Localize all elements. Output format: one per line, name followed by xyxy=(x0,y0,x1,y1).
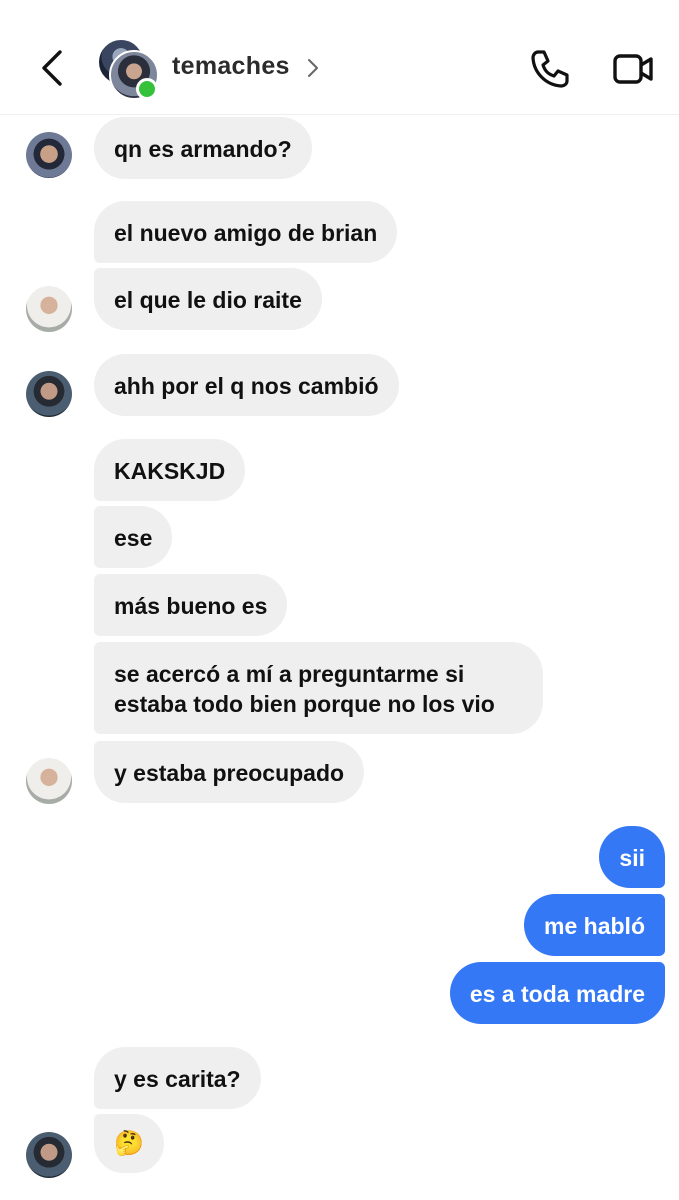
incoming-message[interactable]: KAKSKJD xyxy=(94,439,246,501)
incoming-message[interactable]: ese xyxy=(94,506,173,568)
sender-avatar[interactable] xyxy=(26,758,72,804)
incoming-message[interactable]: el que le dio raite xyxy=(94,268,322,330)
incoming-message[interactable]: se acercó a mí a preguntarme si estaba t… xyxy=(94,642,543,734)
chevron-right-icon[interactable] xyxy=(306,56,320,80)
sender-avatar[interactable] xyxy=(26,371,72,417)
incoming-message[interactable]: y estaba preocupado xyxy=(94,741,365,803)
online-status-dot xyxy=(136,78,158,100)
contact-name[interactable]: temaches xyxy=(172,52,290,81)
thinking-face-emoji: 🤔 xyxy=(114,1130,144,1157)
outgoing-message[interactable]: es a toda madre xyxy=(449,962,665,1024)
incoming-message[interactable]: ahh por el q nos cambió xyxy=(94,354,399,416)
outgoing-message[interactable]: me habló xyxy=(524,894,665,956)
incoming-message[interactable]: el nuevo amigo de brian xyxy=(94,201,398,263)
sender-avatar[interactable] xyxy=(26,1132,72,1178)
sender-avatar[interactable] xyxy=(26,286,72,332)
incoming-message[interactable]: 🤔 xyxy=(94,1114,164,1173)
outgoing-message[interactable]: sii xyxy=(599,826,665,888)
incoming-message[interactable]: y es carita? xyxy=(94,1047,261,1109)
message-thread[interactable]: qn es armando? el nuevo amigo de brian e… xyxy=(0,115,679,1200)
incoming-message[interactable]: más bueno es xyxy=(94,574,288,636)
contact-avatar[interactable] xyxy=(97,38,161,100)
chat-header: temaches xyxy=(0,0,679,115)
video-camera-icon[interactable] xyxy=(610,48,656,90)
sender-avatar[interactable] xyxy=(26,132,72,178)
incoming-message[interactable]: qn es armando? xyxy=(94,117,312,179)
back-chevron-icon[interactable] xyxy=(36,48,70,88)
phone-icon[interactable] xyxy=(526,46,572,92)
